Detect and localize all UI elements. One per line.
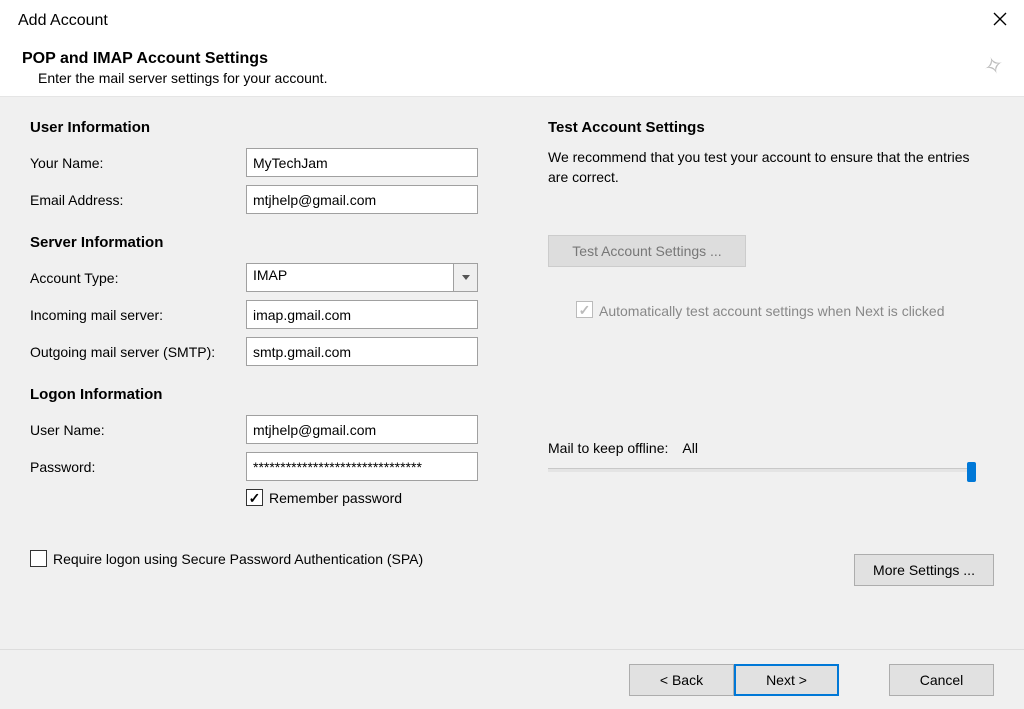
- account-type-select[interactable]: IMAP: [246, 263, 478, 292]
- incoming-input[interactable]: [246, 300, 478, 329]
- spa-label: Require logon using Secure Password Auth…: [53, 551, 423, 567]
- username-row: User Name:: [30, 415, 480, 444]
- server-info-title: Server Information: [30, 234, 480, 251]
- test-settings-title: Test Account Settings: [548, 119, 994, 136]
- email-label: Email Address:: [30, 192, 246, 208]
- spa-row[interactable]: Require logon using Secure Password Auth…: [30, 550, 480, 567]
- spa-checkbox[interactable]: [30, 550, 47, 567]
- back-button[interactable]: < Back: [629, 664, 734, 696]
- user-info-title: User Information: [30, 119, 480, 136]
- email-input[interactable]: [246, 185, 478, 214]
- auto-test-checkbox: [576, 301, 593, 318]
- page-subheading: Enter the mail server settings for your …: [38, 70, 1024, 86]
- title-bar: Add Account: [0, 0, 1024, 42]
- right-column: Test Account Settings We recommend that …: [548, 119, 994, 631]
- slider-handle[interactable]: [967, 462, 976, 482]
- auto-test-label: Automatically test account settings when…: [599, 301, 945, 322]
- close-icon: [992, 11, 1008, 27]
- chevron-down-icon: [453, 264, 477, 291]
- mail-offline-label: Mail to keep offline:: [548, 440, 668, 456]
- your-name-label: Your Name:: [30, 155, 246, 171]
- test-account-button[interactable]: Test Account Settings ...: [548, 235, 746, 267]
- remember-password-checkbox[interactable]: [246, 489, 263, 506]
- header-section: POP and IMAP Account Settings Enter the …: [0, 42, 1024, 97]
- window-title: Add Account: [18, 12, 108, 30]
- left-column: User Information Your Name: Email Addres…: [30, 119, 480, 631]
- nav-buttons: < Back Next >: [629, 664, 839, 696]
- outgoing-label: Outgoing mail server (SMTP):: [30, 344, 246, 360]
- footer: < Back Next > Cancel: [0, 649, 1024, 709]
- email-row: Email Address:: [30, 185, 480, 214]
- main-area: User Information Your Name: Email Addres…: [0, 97, 1024, 649]
- incoming-row: Incoming mail server:: [30, 300, 480, 329]
- account-type-value: IMAP: [247, 264, 453, 291]
- cancel-button[interactable]: Cancel: [889, 664, 994, 696]
- account-type-label: Account Type:: [30, 270, 246, 286]
- remember-password-row[interactable]: Remember password: [246, 489, 480, 506]
- password-label: Password:: [30, 459, 246, 475]
- more-settings-button[interactable]: More Settings ...: [854, 554, 994, 586]
- your-name-row: Your Name:: [30, 148, 480, 177]
- remember-password-label: Remember password: [269, 490, 402, 506]
- outgoing-input[interactable]: [246, 337, 478, 366]
- password-row: Password:: [30, 452, 480, 481]
- your-name-input[interactable]: [246, 148, 478, 177]
- password-input[interactable]: [246, 452, 478, 481]
- mail-offline-row: Mail to keep offline: All: [548, 440, 994, 456]
- page-heading: POP and IMAP Account Settings: [22, 50, 1024, 68]
- close-button[interactable]: [990, 11, 1010, 31]
- account-type-row: Account Type: IMAP: [30, 263, 480, 292]
- next-button[interactable]: Next >: [734, 664, 839, 696]
- logon-info-title: Logon Information: [30, 386, 480, 403]
- slider-bar: [548, 468, 972, 472]
- auto-test-row: Automatically test account settings when…: [576, 301, 994, 322]
- test-help-text: We recommend that you test your account …: [548, 148, 988, 187]
- mail-offline-slider[interactable]: [548, 464, 972, 478]
- mail-offline-value: All: [682, 440, 698, 456]
- outgoing-row: Outgoing mail server (SMTP):: [30, 337, 480, 366]
- incoming-label: Incoming mail server:: [30, 307, 246, 323]
- username-label: User Name:: [30, 422, 246, 438]
- username-input[interactable]: [246, 415, 478, 444]
